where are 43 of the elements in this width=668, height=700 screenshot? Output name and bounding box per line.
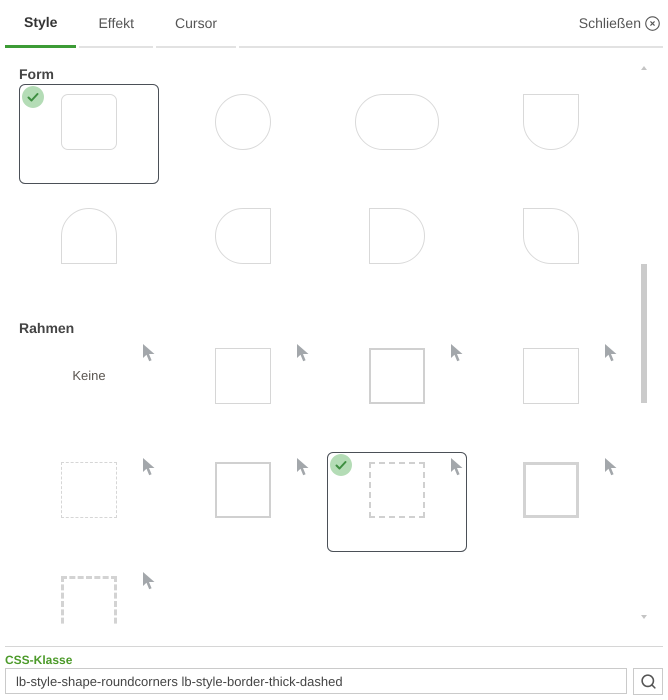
tab[interactable]: Style <box>5 0 76 48</box>
dashed-square-icon <box>369 462 425 518</box>
rounded-bottom-square-icon <box>523 94 579 150</box>
close-icon <box>645 16 660 30</box>
scroll-up-arrow-icon[interactable] <box>641 66 647 70</box>
pointer-icon <box>451 344 463 362</box>
dashed-square-icon <box>61 576 117 624</box>
border-option[interactable]: Keine <box>19 338 159 438</box>
search-icon <box>640 673 656 690</box>
pointer-icon <box>143 572 155 590</box>
leaf-icon <box>523 208 579 264</box>
shape-option[interactable] <box>19 84 159 184</box>
square-icon <box>215 462 271 518</box>
check-icon <box>330 454 352 476</box>
pill-icon <box>355 94 439 150</box>
dashed-square-icon <box>61 462 117 518</box>
pointer-icon <box>297 344 309 362</box>
tab[interactable]: Cursor <box>156 0 236 48</box>
close-button[interactable]: Schließen <box>578 12 663 34</box>
border-option[interactable] <box>327 452 467 552</box>
pointer-icon <box>297 458 309 476</box>
pointer-icon <box>451 458 463 476</box>
rounded-left-square-icon <box>215 208 271 264</box>
section-heading: Form <box>19 66 55 82</box>
field-label: CSS-Klasse <box>5 653 74 667</box>
square-icon <box>215 348 271 404</box>
rounded-right-square-icon <box>369 208 425 264</box>
square-icon <box>369 348 425 404</box>
square-icon <box>523 462 579 518</box>
pointer-icon <box>143 458 155 476</box>
check-icon <box>22 86 44 108</box>
scrollbar-thumb[interactable] <box>641 264 647 403</box>
square-icon <box>523 348 579 404</box>
pointer-icon <box>143 344 155 362</box>
scroll-down-arrow-icon[interactable] <box>641 615 647 619</box>
css-class-field[interactable]: lb-style-shape-roundcorners lb-style-border-thick-dashed <box>5 668 627 694</box>
section-heading: Rahmen <box>19 320 76 336</box>
tab[interactable]: Effekt <box>79 0 154 48</box>
pointer-icon <box>605 344 617 362</box>
rounded-square-icon <box>61 94 117 150</box>
search-button[interactable] <box>633 668 663 695</box>
pointer-icon <box>605 458 617 476</box>
arch-icon <box>61 208 117 264</box>
